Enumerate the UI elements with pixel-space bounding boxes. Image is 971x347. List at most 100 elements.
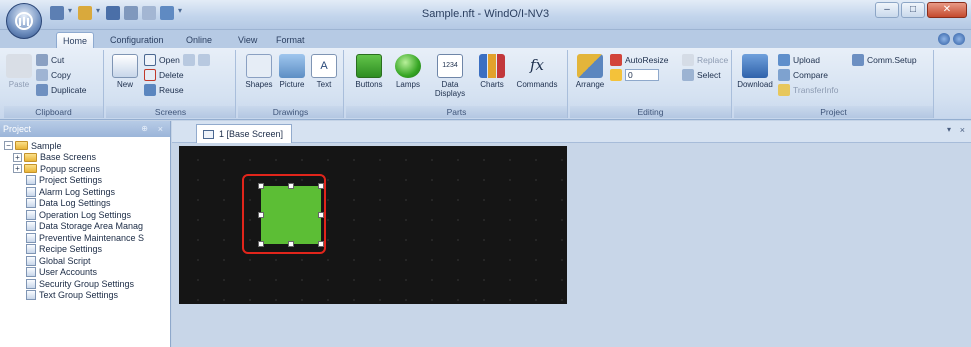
tree-item[interactable]: Project Settings (4, 175, 170, 187)
tab-online[interactable]: Online (180, 32, 218, 48)
zoom-spinner[interactable]: 0 (610, 69, 659, 81)
group-drawings: Shapes Picture A Text Drawings (238, 50, 344, 118)
open-screen-button[interactable]: Open (144, 54, 210, 66)
tree-item[interactable]: User Accounts (4, 267, 170, 279)
text-button[interactable]: A Text (310, 54, 338, 89)
tab-home[interactable]: Home (56, 32, 95, 48)
tree-item[interactable]: Operation Log Settings (4, 209, 170, 221)
folder-icon (24, 164, 37, 174)
group-label-editing: Editing (570, 106, 731, 118)
copy-button[interactable]: Copy (36, 69, 71, 81)
close-pane-icon[interactable]: × (158, 121, 163, 137)
transfer-info-button[interactable]: TransferInfo (778, 84, 839, 96)
tree-item[interactable]: + Popup screens (4, 163, 170, 175)
select-button[interactable]: Select (682, 69, 721, 81)
tab-base-screen-1[interactable]: 1 [Base Screen] (196, 124, 293, 143)
tree-item-label: Alarm Log Settings (39, 186, 116, 197)
settings-page-icon (26, 255, 36, 266)
info-icon (778, 84, 790, 96)
reuse-icon (144, 84, 156, 96)
group-label-clipboard: Clipboard (4, 106, 103, 118)
delete-screen-button[interactable]: Delete (144, 69, 184, 81)
tab-view[interactable]: View (232, 32, 263, 48)
autoresize-button[interactable]: AutoResize (610, 54, 668, 66)
settings-page-icon (26, 244, 36, 255)
tree-item-label: Text Group Settings (39, 290, 119, 301)
buttons-part-button[interactable]: Buttons (350, 54, 388, 89)
function-icon: fx (529, 56, 544, 74)
compare-button[interactable]: Compare (778, 69, 828, 81)
commands-button[interactable]: fx Commands (512, 54, 562, 89)
cut-button[interactable]: Cut (36, 54, 64, 66)
screen-icon (203, 129, 214, 139)
reuse-screen-button[interactable]: Reuse (144, 84, 184, 96)
tree-item[interactable]: Recipe Settings (4, 244, 170, 256)
tree-item[interactable]: Data Log Settings (4, 198, 170, 210)
group-label-project: Project (734, 106, 933, 118)
tree-item-label: Base Screens (40, 152, 97, 163)
tree-item-label: User Accounts (39, 267, 98, 278)
replace-button[interactable]: Replace (682, 54, 728, 66)
tree-item[interactable]: + Base Screens (4, 152, 170, 164)
collapse-icon[interactable]: − (4, 141, 13, 151)
new-screen-button[interactable]: New (112, 54, 138, 89)
upload-button[interactable]: Upload (778, 54, 820, 66)
close-window-button[interactable]: ✕ (927, 2, 967, 18)
picture-button[interactable]: Picture (276, 54, 308, 89)
paste-button[interactable]: Paste (6, 54, 32, 89)
zoom-value[interactable]: 0 (625, 69, 659, 81)
style-icon[interactable] (938, 33, 950, 45)
tree-item[interactable]: Text Group Settings (4, 290, 170, 302)
help-icon[interactable] (953, 33, 965, 45)
tree-item[interactable]: − Sample (4, 140, 170, 152)
tree-item[interactable]: Security Group Settings (4, 278, 170, 290)
tree-item[interactable]: Preventive Maintenance S (4, 232, 170, 244)
text-icon: A (311, 54, 337, 78)
minimize-button[interactable]: – (875, 2, 899, 18)
tree-item[interactable]: Global Script (4, 255, 170, 267)
expand-icon[interactable]: + (13, 164, 22, 174)
settings-page-icon (26, 186, 36, 197)
screen-list-icon[interactable] (182, 54, 195, 66)
group-project: Download Upload Compare TransferInfo Com… (734, 50, 934, 118)
download-icon (742, 54, 768, 78)
title-bar: ▾ ▾ ▾ Sample.nft - WindO/I-NV3 – □ ✕ (0, 0, 971, 30)
folder-icon (24, 152, 37, 162)
charts-button[interactable]: Charts (474, 54, 510, 89)
group-clipboard: Paste Cut Copy Duplicate Clipboard (4, 50, 104, 118)
data-displays-button[interactable]: 1234 Data Displays (430, 54, 470, 98)
ribbon-tabs: Home Configuration Online View Format (0, 30, 971, 48)
group-label-drawings: Drawings (238, 106, 343, 118)
application-menu-button[interactable] (6, 3, 42, 39)
select-icon (682, 69, 694, 81)
expand-icon[interactable]: + (13, 152, 22, 162)
duplicate-button[interactable]: Duplicate (36, 84, 86, 96)
pin-icon[interactable]: ⊕ (141, 121, 148, 137)
tree-item-label: Global Script (39, 255, 91, 266)
comm-setup-button[interactable]: Comm.Setup (852, 54, 917, 66)
tab-configuration[interactable]: Configuration (104, 32, 170, 48)
maximize-button[interactable]: □ (901, 2, 925, 18)
screen-canvas[interactable] (179, 146, 567, 304)
arrange-icon (577, 54, 603, 78)
close-document-icon[interactable]: × (960, 125, 965, 135)
tree-item-label: Operation Log Settings (39, 209, 132, 220)
replace-icon (682, 54, 694, 66)
tab-format[interactable]: Format (270, 32, 311, 48)
autoresize-icon (610, 54, 622, 66)
comm-setup-icon (852, 54, 864, 66)
settings-page-icon (26, 290, 36, 301)
group-label-screens: Screens (106, 106, 235, 118)
arrange-button[interactable]: Arrange (572, 54, 608, 89)
tree-item[interactable]: Data Storage Area Manag (4, 221, 170, 233)
screen-grid-icon[interactable] (197, 54, 210, 66)
copy-icon (36, 69, 48, 81)
group-screens: New Open Delete Reuse Screens (106, 50, 236, 118)
tree-item[interactable]: Alarm Log Settings (4, 186, 170, 198)
lamps-part-button[interactable]: Lamps (390, 54, 426, 89)
tree-item-label: Project Settings (39, 175, 103, 186)
download-button[interactable]: Download (736, 54, 774, 89)
shapes-button[interactable]: Shapes (244, 54, 274, 89)
tab-list-arrow-icon[interactable]: ▾ (947, 125, 951, 134)
compare-icon (778, 69, 790, 81)
